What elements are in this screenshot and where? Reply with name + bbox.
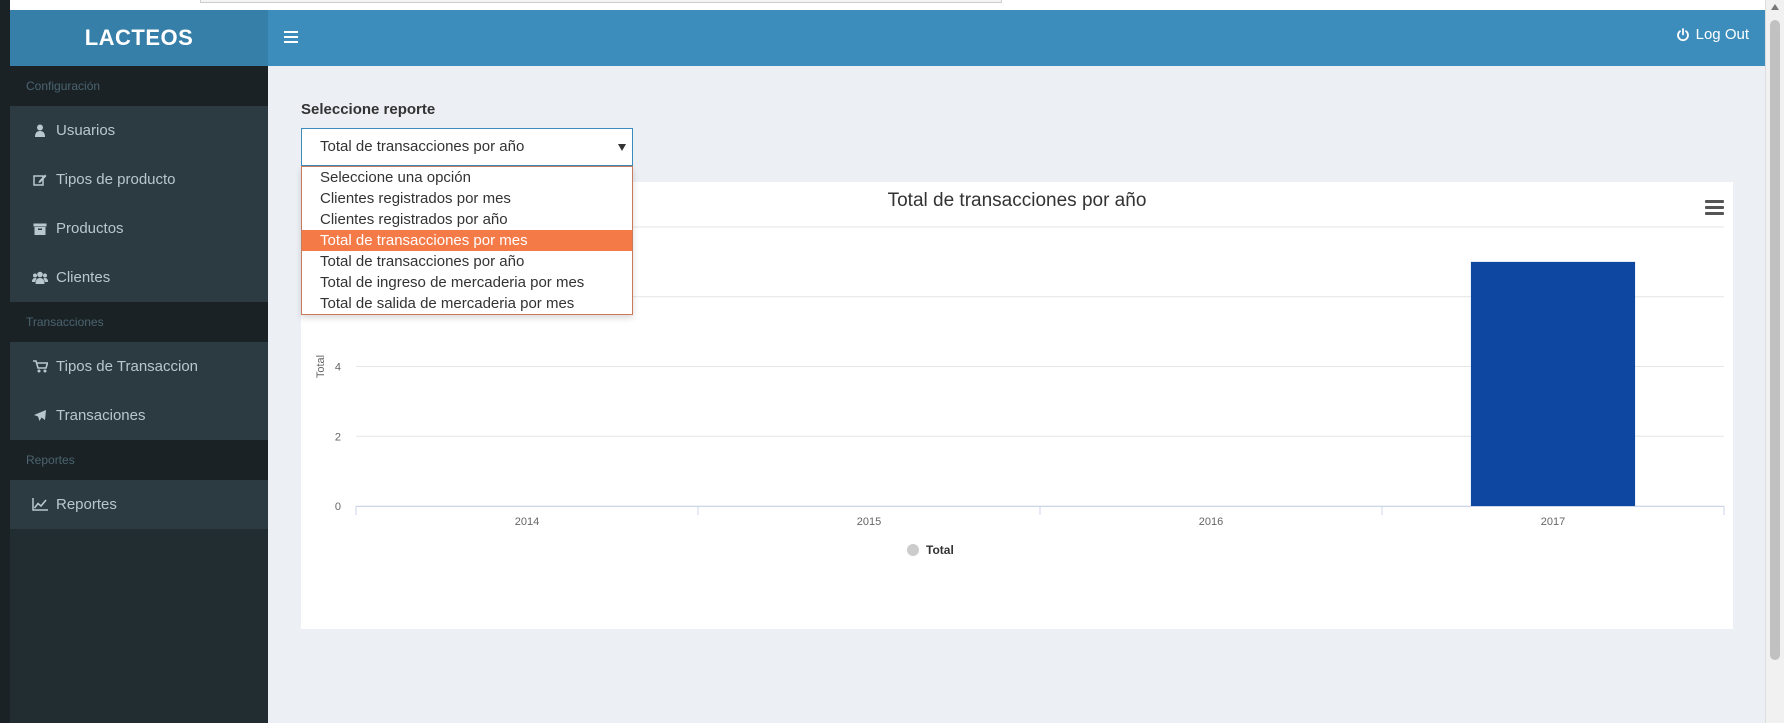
- dropdown-option[interactable]: Total de ingreso de mercaderia por mes: [302, 272, 632, 293]
- window-left-edge: [0, 0, 10, 723]
- chevron-down-icon: [618, 144, 626, 151]
- archive-icon: [32, 221, 48, 237]
- dropdown-option[interactable]: Total de salida de mercaderia por mes: [302, 293, 632, 314]
- sidebar-item-productos[interactable]: Productos: [10, 204, 268, 253]
- content-area: Seleccione reporte Total de transaccione…: [268, 66, 1765, 723]
- legend-item: Total: [926, 543, 954, 557]
- vertical-scrollbar[interactable]: [1765, 0, 1784, 723]
- sidebar-section-reportes: Reportes: [10, 440, 268, 480]
- users-icon: [32, 270, 48, 286]
- address-bar-edge: [200, 0, 1002, 3]
- scroll-up-icon[interactable]: [1771, 4, 1779, 10]
- line-chart-icon: [32, 497, 48, 513]
- y-axis-label: Total: [315, 355, 327, 378]
- logout-label: Log Out: [1695, 26, 1749, 43]
- chart-menu-icon[interactable]: [1705, 200, 1727, 218]
- sidebar-item-tipos-de-producto[interactable]: Tipos de producto: [10, 155, 268, 204]
- power-icon: [1676, 27, 1689, 41]
- sidebar-item-tipos-de-transaccion[interactable]: Tipos de Transaccion: [10, 342, 268, 391]
- sidebar: Configuración Usuarios Tipos de producto…: [10, 66, 268, 723]
- x-tick-label: 2017: [1541, 516, 1565, 528]
- cart-icon: [32, 359, 48, 375]
- scrollbar-thumb[interactable]: [1770, 20, 1780, 660]
- sidebar-item-label: Transaciones: [56, 407, 146, 424]
- report-select-label: Seleccione reporte: [301, 101, 436, 118]
- main-header: LACTEOS Log Out: [10, 10, 1765, 66]
- sidebar-item-reportes[interactable]: Reportes: [10, 480, 268, 529]
- dropdown-option[interactable]: Total de transacciones por año: [302, 251, 632, 272]
- bar: [1470, 261, 1636, 506]
- sidebar-item-usuarios[interactable]: Usuarios: [10, 106, 268, 155]
- sidebar-section-transacciones: Transacciones: [10, 302, 268, 342]
- x-tick-label: 2015: [857, 516, 881, 528]
- brand-logo[interactable]: LACTEOS: [10, 10, 268, 66]
- browser-top-strip: [10, 0, 1765, 10]
- sidebar-item-label: Usuarios: [56, 122, 116, 139]
- x-tick-label: 2014: [515, 516, 539, 528]
- sidebar-item-label: Tipos de producto: [56, 171, 176, 188]
- sidebar-item-clientes[interactable]: Clientes: [10, 253, 268, 302]
- edit-icon: [32, 172, 48, 188]
- y-tick-label: 4: [335, 362, 341, 374]
- plane-icon: [32, 408, 48, 424]
- sidebar-item-label: Reportes: [56, 496, 117, 513]
- sidebar-section-configuracion: Configuración: [10, 66, 268, 106]
- dropdown-option[interactable]: Total de transacciones por mes: [302, 230, 632, 251]
- report-select[interactable]: Total de transacciones por año: [301, 128, 633, 166]
- dropdown-option[interactable]: Seleccione una opción: [302, 167, 632, 188]
- legend-symbol: [907, 544, 919, 556]
- sidebar-item-label: Clientes: [56, 269, 111, 286]
- report-dropdown-list: Seleccione una opción Clientes registrado…: [301, 166, 633, 315]
- y-tick-label: 0: [335, 501, 341, 513]
- dropdown-option[interactable]: Clientes registrados por mes: [302, 188, 632, 209]
- x-tick-label: 2016: [1199, 516, 1223, 528]
- dropdown-option[interactable]: Clientes registrados por año: [302, 209, 632, 230]
- sidebar-item-transaciones[interactable]: Transaciones: [10, 391, 268, 440]
- user-icon: [32, 123, 48, 139]
- y-tick-label: 2: [335, 431, 341, 443]
- report-select-value: Total de transacciones por año: [320, 138, 525, 155]
- chart-title: Total de transacciones por año: [888, 190, 1147, 211]
- logout-button[interactable]: Log Out: [1676, 26, 1749, 43]
- sidebar-item-label: Tipos de Transaccion: [56, 358, 199, 375]
- sidebar-toggle-icon[interactable]: [284, 28, 304, 48]
- sidebar-item-label: Productos: [56, 220, 124, 237]
